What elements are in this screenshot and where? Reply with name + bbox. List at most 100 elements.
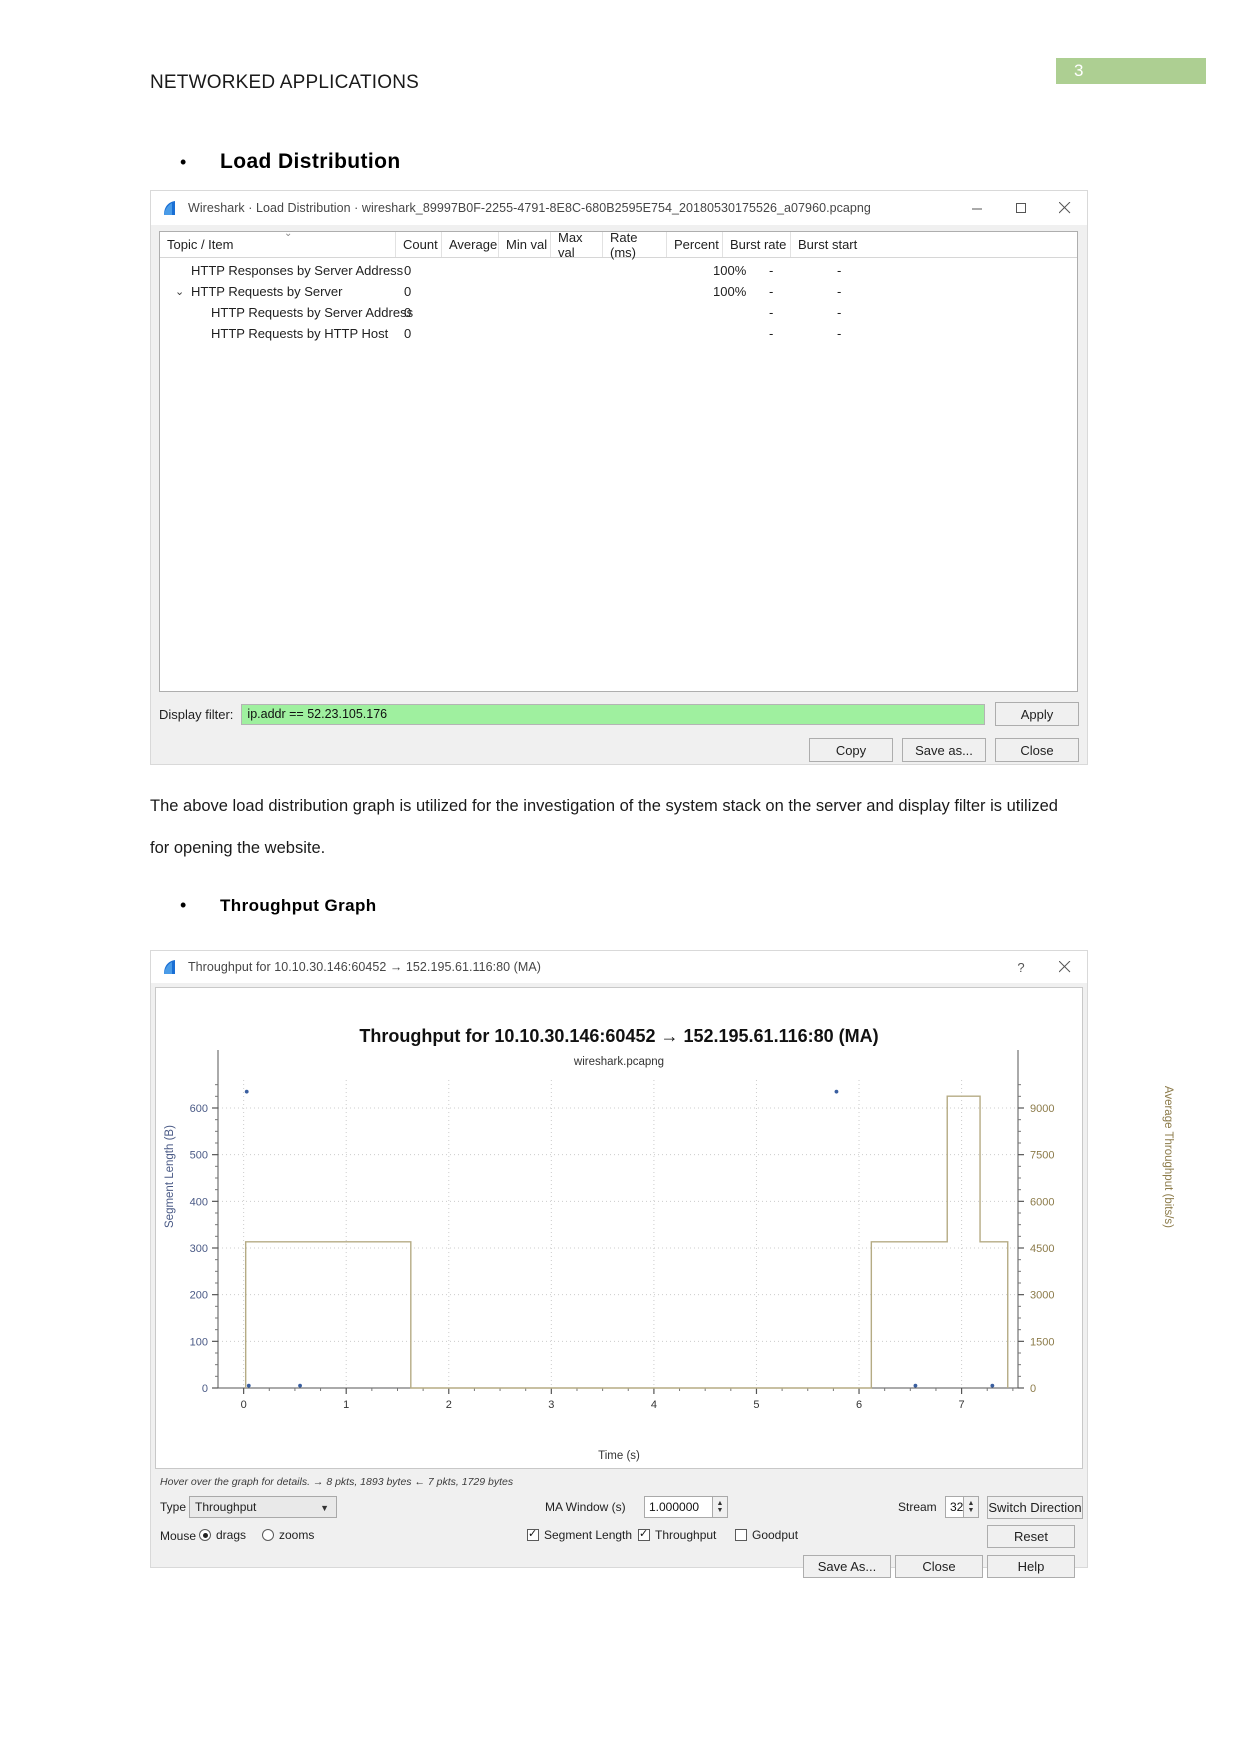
bullet-glyph-icon: • — [180, 152, 187, 172]
table-header-row: Topic / Item ⌄ Count Average Min val Max… — [160, 232, 1077, 260]
cell-count: 0 — [404, 326, 412, 341]
stream-label: Stream — [898, 1500, 937, 1514]
svg-text:400: 400 — [190, 1196, 208, 1208]
close-icon[interactable] — [1043, 951, 1087, 983]
mouse-drags-radio[interactable]: drags — [199, 1528, 246, 1542]
throughput-controls-row-3: Save As... Close Help — [151, 1555, 1087, 1581]
column-header-burst-start[interactable]: Burst start — [791, 232, 871, 257]
table-row[interactable]: HTTP Requests by HTTP Host 0 - - — [160, 323, 1077, 344]
throughput-window: Throughput for 10.10.30.146:60452 → 152.… — [150, 950, 1174, 1578]
switch-direction-button[interactable]: Switch Direction — [987, 1496, 1083, 1519]
svg-text:500: 500 — [190, 1150, 208, 1162]
throughput-body: Throughput for 10.10.30.146:60452 → 152.… — [151, 983, 1174, 1578]
load-distribution-table[interactable]: Topic / Item ⌄ Count Average Min val Max… — [159, 231, 1078, 692]
stream-input[interactable]: 32 ▲ ▼ — [945, 1496, 979, 1518]
svg-text:0: 0 — [241, 1399, 247, 1411]
svg-text:7500: 7500 — [1030, 1150, 1054, 1162]
table-row[interactable]: HTTP Responses by Server Address 0 100% … — [160, 260, 1077, 281]
ma-window-input[interactable]: 1.000000 ▲ ▼ — [644, 1496, 728, 1518]
page-number-badge: 3 — [1056, 58, 1206, 84]
svg-text:0: 0 — [1030, 1383, 1036, 1395]
column-header-max-val[interactable]: Max val — [551, 232, 603, 260]
throughput-controls-row-2: Mouse drags zooms Segment Length Through… — [151, 1525, 1087, 1551]
table-row[interactable]: HTTP Requests by Server Address 0 - - — [160, 302, 1077, 323]
throughput-label: Throughput — [655, 1528, 717, 1542]
table-row[interactable]: ⌄ HTTP Requests by Server 0 100% - - — [160, 281, 1077, 302]
body-paragraph: The above load distribution graph is uti… — [150, 797, 1058, 857]
copy-button[interactable]: Copy — [809, 738, 893, 762]
column-label: Topic / Item — [167, 237, 234, 252]
minimize-icon[interactable] — [955, 191, 999, 225]
svg-text:9000: 9000 — [1030, 1103, 1054, 1115]
row-label: ⌄ HTTP Requests by Server — [175, 284, 343, 299]
svg-text:3000: 3000 — [1030, 1290, 1054, 1302]
cell-burst-rate: - — [769, 263, 774, 278]
section-heading-throughput-graph: Throughput Graph — [220, 896, 377, 915]
bullet-throughput-graph: • Throughput Graph — [180, 895, 377, 916]
svg-text:200: 200 — [190, 1290, 208, 1302]
column-header-topic-item[interactable]: Topic / Item ⌄ — [160, 232, 396, 257]
column-header-percent[interactable]: Percent — [667, 232, 723, 257]
bullet-load-distribution: • Load Distribution — [180, 150, 401, 174]
mouse-zooms-radio[interactable]: zooms — [262, 1528, 314, 1542]
type-select-value: Throughput — [195, 1500, 257, 1514]
help-icon[interactable]: ? — [999, 951, 1043, 983]
help-button[interactable]: Help — [987, 1555, 1075, 1578]
svg-text:300: 300 — [190, 1243, 208, 1255]
display-filter-input[interactable]: ip.addr == 52.23.105.176 — [241, 703, 985, 725]
cell-burst-start: - — [837, 326, 842, 341]
column-header-min-val[interactable]: Min val — [499, 232, 551, 257]
goodput-label: Goodput — [752, 1528, 799, 1542]
stepper-icon[interactable]: ▲ ▼ — [963, 1497, 978, 1517]
apply-button[interactable]: Apply — [995, 702, 1079, 726]
ma-window-value: 1.000000 — [649, 1500, 700, 1514]
column-header-rate-ms[interactable]: Rate (ms) — [603, 232, 667, 260]
chart-ylabel-right: Average Throughput (bits/s) — [1162, 1085, 1174, 1228]
save-as-button[interactable]: Save as... — [902, 738, 986, 762]
column-header-burst-rate[interactable]: Burst rate — [723, 232, 791, 257]
svg-text:7: 7 — [959, 1399, 965, 1411]
mouse-label: Mouse — [160, 1529, 197, 1543]
column-header-count[interactable]: Count — [396, 232, 442, 257]
load-distribution-body: Topic / Item ⌄ Count Average Min val Max… — [151, 225, 1087, 764]
chart-plot-surface: 0100200300400500600015003000450060007500… — [190, 1050, 1054, 1411]
checkbox-icon — [527, 1527, 539, 1541]
close-button[interactable]: Close — [995, 738, 1079, 762]
svg-text:1: 1 — [343, 1399, 349, 1411]
close-icon[interactable] — [1043, 191, 1087, 225]
page-title: NETWORKED APPLICATIONS — [150, 72, 420, 93]
svg-text:4500: 4500 — [1030, 1243, 1054, 1255]
type-select[interactable]: Throughput ▼ — [189, 1496, 337, 1518]
column-header-average[interactable]: Average — [442, 232, 499, 257]
row-label: HTTP Requests by Server Address — [211, 305, 414, 320]
cell-percent: 100% — [713, 284, 747, 299]
cell-count: 0 — [404, 305, 412, 320]
cell-percent: 100% — [713, 263, 747, 278]
throughput-window-buttons: ? — [999, 951, 1087, 983]
svg-text:0: 0 — [202, 1383, 208, 1395]
cell-count: 0 — [404, 263, 412, 278]
stepper-icon[interactable]: ▲ ▼ — [712, 1497, 727, 1517]
chevron-down-icon[interactable]: ⌄ — [175, 284, 184, 300]
svg-text:5: 5 — [753, 1399, 759, 1411]
sort-caret-icon: ⌄ — [284, 231, 293, 239]
throughput-chart[interactable]: Throughput for 10.10.30.146:60452 → 152.… — [155, 987, 1174, 1469]
maximize-icon[interactable] — [999, 191, 1043, 225]
svg-text:6000: 6000 — [1030, 1196, 1054, 1208]
svg-text:3: 3 — [548, 1399, 554, 1411]
reset-button[interactable]: Reset — [987, 1525, 1075, 1548]
wireshark-logo-icon — [163, 200, 179, 216]
svg-text:4: 4 — [651, 1399, 657, 1411]
throughput-controls-row-1: Type Throughput ▼ MA Window (s) 1.000000… — [151, 1495, 1087, 1521]
load-distribution-window: Wireshark · Load Distribution · wireshar… — [150, 190, 1088, 765]
close-button[interactable]: Close — [895, 1555, 983, 1578]
save-as-button[interactable]: Save As... — [803, 1555, 891, 1578]
goodput-checkbox[interactable]: Goodput — [735, 1528, 798, 1542]
throughput-checkbox[interactable]: Throughput — [638, 1527, 717, 1542]
chevron-down-icon: ▼ — [320, 1503, 329, 1513]
segment-length-checkbox[interactable]: Segment Length — [527, 1527, 633, 1542]
svg-text:600: 600 — [190, 1103, 208, 1115]
segment-length-label: Segment Length — [544, 1528, 633, 1542]
ma-window-label: MA Window (s) — [545, 1500, 626, 1514]
document-header: NETWORKED APPLICATIONS 3 — [0, 0, 1241, 120]
